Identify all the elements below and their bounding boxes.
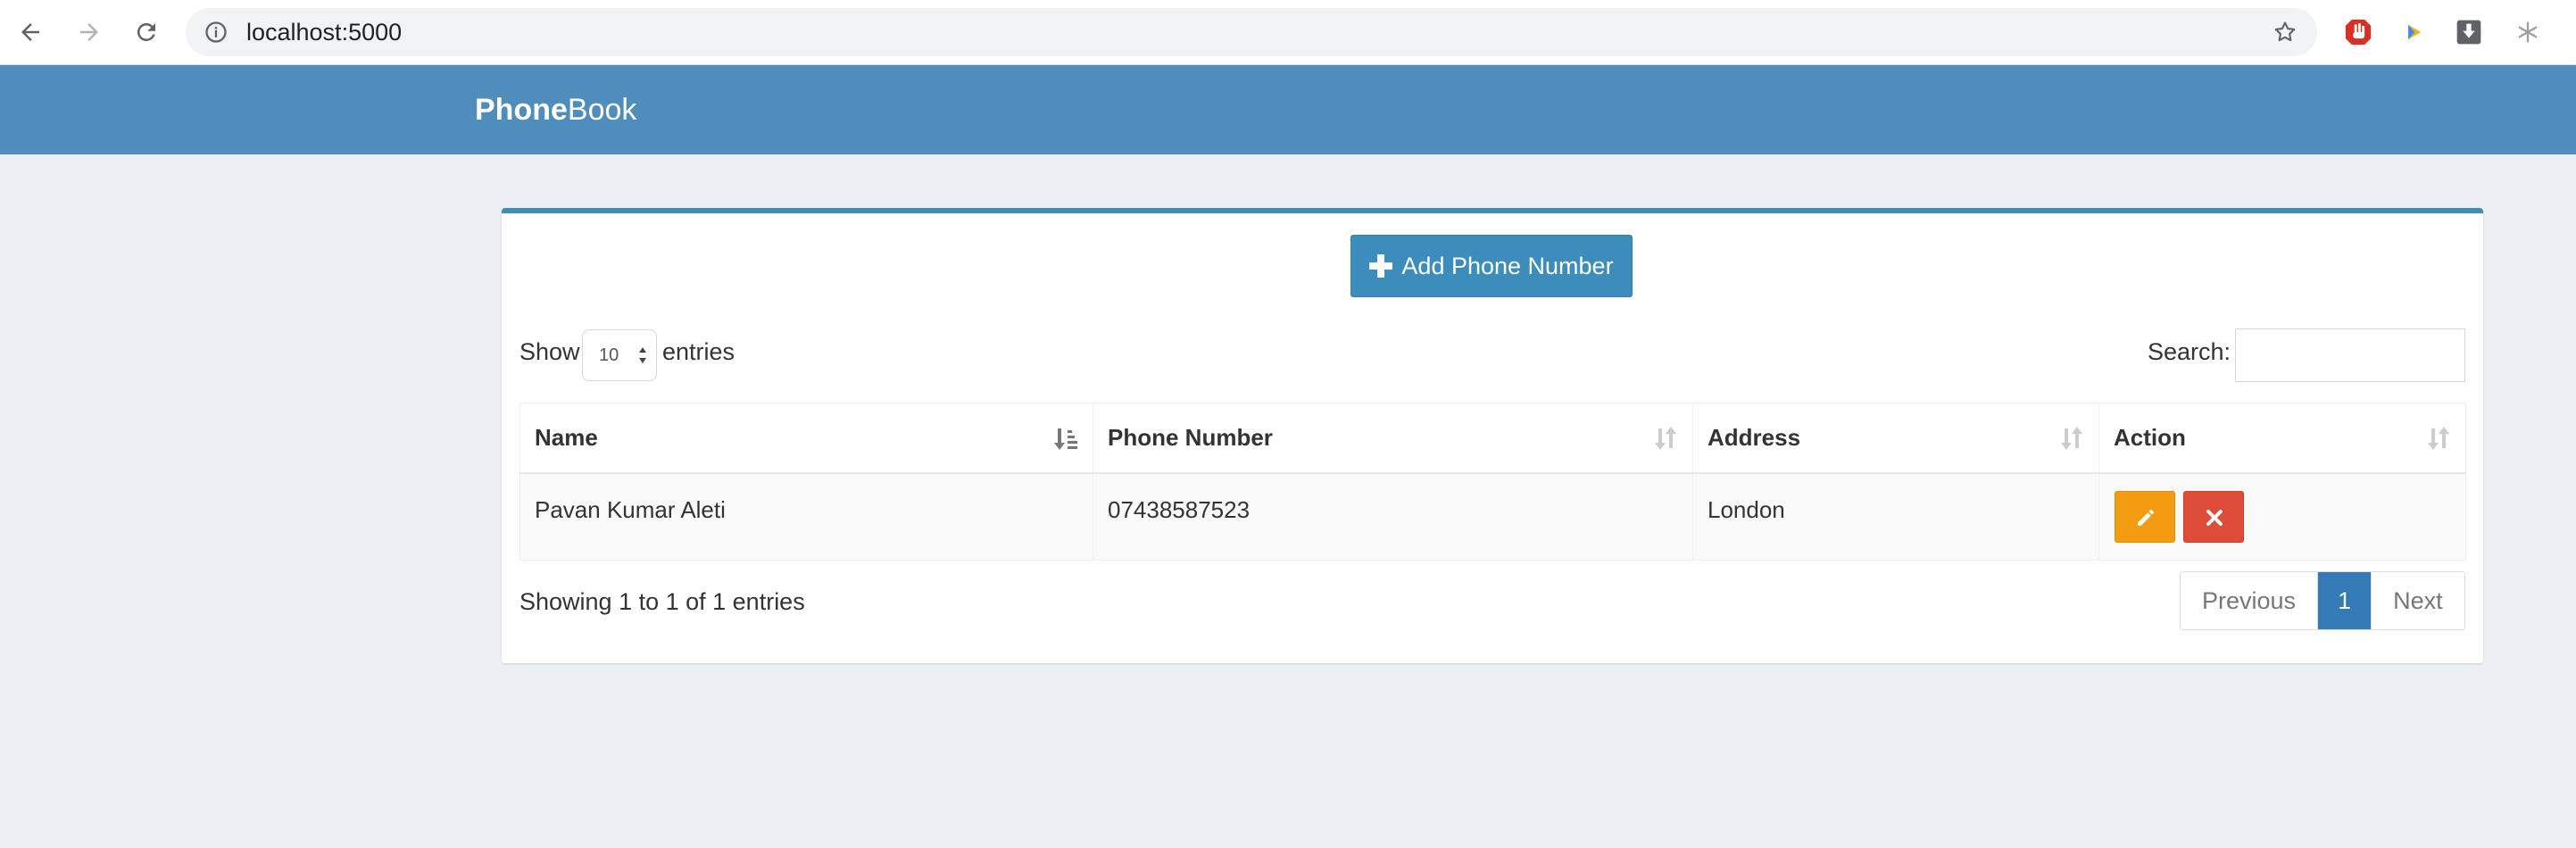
table-header-row: Name Phone Number Address Action bbox=[519, 403, 2466, 474]
snowflake-icon[interactable] bbox=[2512, 16, 2544, 48]
search-label: Search: bbox=[2148, 338, 2231, 365]
stop-hand-icon[interactable] bbox=[2342, 16, 2374, 48]
pagination: Previous 1 Next bbox=[2180, 571, 2465, 630]
brand-logo[interactable]: PhoneBook bbox=[475, 65, 636, 154]
cell-action bbox=[2098, 472, 2466, 561]
sort-both-icon bbox=[2428, 427, 2449, 450]
search-input[interactable] bbox=[2235, 328, 2465, 382]
pencil-icon bbox=[2138, 509, 2154, 526]
column-header-name[interactable]: Name bbox=[519, 403, 1093, 474]
star-icon[interactable] bbox=[2273, 20, 2298, 45]
phonebook-table: Name Phone Number Address Action Pavan K… bbox=[519, 403, 2466, 561]
column-label: Phone Number bbox=[1108, 423, 1273, 451]
sort-both-icon bbox=[1655, 427, 1676, 450]
app-header: PhoneBook bbox=[0, 65, 2576, 154]
cell-phone: 07438587523 bbox=[1093, 472, 1693, 561]
brand-bold: Phone bbox=[475, 93, 568, 127]
phonebook-panel: Add Phone Number Show 10 entries Search:… bbox=[502, 208, 2483, 663]
reload-icon[interactable] bbox=[129, 14, 164, 50]
add-phone-number-button[interactable]: Add Phone Number bbox=[1350, 235, 1633, 297]
table-row: Pavan Kumar Aleti 07438587523 London bbox=[519, 472, 2466, 561]
column-header-action[interactable]: Action bbox=[2098, 403, 2466, 474]
close-icon bbox=[2206, 509, 2223, 526]
brand-light: Book bbox=[567, 93, 637, 127]
download-icon[interactable] bbox=[2453, 16, 2485, 48]
entries-label: entries bbox=[662, 338, 735, 365]
plus-icon bbox=[1369, 254, 1393, 278]
back-arrow-icon[interactable] bbox=[12, 14, 48, 50]
next-page-button[interactable]: Next bbox=[2372, 572, 2464, 629]
page-length-select[interactable]: 10 bbox=[582, 329, 657, 381]
column-header-address[interactable]: Address bbox=[1692, 403, 2099, 474]
address-bar[interactable]: localhost:5000 bbox=[186, 8, 2317, 56]
browser-toolbar: localhost:5000 bbox=[0, 0, 2576, 65]
edit-button[interactable] bbox=[2115, 490, 2175, 543]
play-icon[interactable] bbox=[2397, 16, 2430, 48]
page-length-value: 10 bbox=[599, 345, 619, 365]
forward-arrow-icon[interactable] bbox=[71, 14, 107, 50]
page-1-button[interactable]: 1 bbox=[2318, 572, 2372, 629]
info-icon[interactable] bbox=[204, 20, 229, 45]
add-button-label: Add Phone Number bbox=[1401, 252, 1614, 279]
sort-ascending-icon bbox=[1054, 428, 1077, 450]
table-info: Showing 1 to 1 of 1 entries bbox=[519, 588, 805, 615]
column-label: Action bbox=[2114, 423, 2186, 451]
show-label: Show bbox=[519, 338, 580, 365]
column-label: Address bbox=[1708, 423, 1801, 451]
cell-address: London bbox=[1692, 472, 2099, 561]
column-header-phone[interactable]: Phone Number bbox=[1093, 403, 1693, 474]
previous-page-button[interactable]: Previous bbox=[2181, 572, 2319, 629]
url-text: localhost:5000 bbox=[246, 19, 403, 46]
sort-both-icon bbox=[2061, 427, 2082, 450]
column-label: Name bbox=[535, 423, 598, 451]
delete-button[interactable] bbox=[2183, 490, 2245, 543]
select-arrows-icon bbox=[639, 347, 646, 363]
cell-name: Pavan Kumar Aleti bbox=[519, 472, 1093, 561]
